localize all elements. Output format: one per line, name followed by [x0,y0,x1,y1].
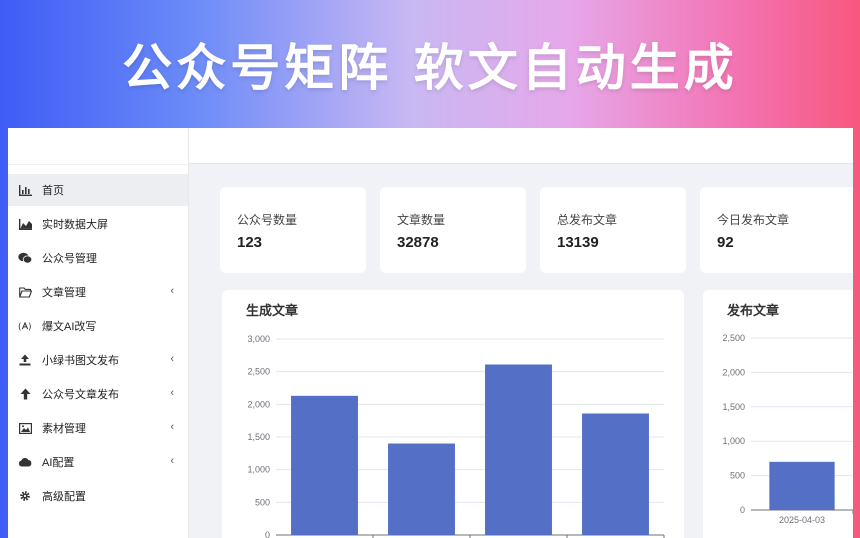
sidebar-logo-area [8,128,188,165]
sidebar-item-media-management[interactable]: 素材管理 ‹ [8,412,188,444]
y-tick-label: 2,500 [722,333,745,343]
stat-card-account-count: 公众号数量 123 [220,187,366,273]
sidebar-item-realtime-dashboard[interactable]: 实时数据大屏 [8,208,188,240]
image-icon [18,421,32,435]
chevron-left-icon: ‹ [170,421,174,433]
app-window: 首页 实时数据大屏 公众号管理 文章管理 ‹ () 爆文AI改写 小绿书图文发布… [8,128,853,538]
generated-articles-chart: 0 500 1,000 1,500 2,000 2,500 3,000 [247,334,665,538]
y-tick-label: 2,000 [247,399,270,409]
arrow-up-icon [18,387,32,401]
stat-label: 今日发布文章 [717,213,790,227]
sidebar-item-advanced-config[interactable]: 高级配置 [8,480,188,512]
y-tick-label: 1,000 [722,436,745,446]
chevron-left-icon: ‹ [170,285,174,297]
published-articles-chart-card: 发布文章 0 500 1,000 1,500 2,000 2,500 2025-04-03 [703,290,853,538]
y-tick-label: 3,000 [247,334,270,344]
y-tick-label: 500 [730,471,745,481]
y-tick-label: 2,500 [247,367,270,377]
stat-card-total-published: 总发布文章 13139 [540,187,686,273]
sidebar-item-home[interactable]: 首页 [8,174,188,206]
stat-label: 总发布文章 [557,213,618,227]
area-chart-icon [18,217,32,231]
sidebar-item-label: 高级配置 [42,491,86,503]
stat-label: 文章数量 [397,213,446,227]
svg-text:(: ( [18,323,21,333]
gear-icon [18,489,32,503]
stat-label: 公众号数量 [237,213,298,227]
stat-card-article-count: 文章数量 32878 [380,187,526,273]
sidebar-item-label: 公众号文章发布 [42,389,119,401]
banner-title: 公众号矩阵 软文自动生成 [122,39,738,97]
sidebar-item-label: AI配置 [42,457,75,469]
sidebar-item-label: 文章管理 [42,287,86,299]
svg-text:): ) [28,323,31,333]
x-tick-label: 2025-04-03 [779,515,825,525]
bar[interactable] [291,395,358,535]
generated-articles-chart-card: 生成文章 0 500 1,000 1,500 2,000 2,500 3,000 [222,290,684,538]
stat-value: 92 [717,234,734,251]
folder-icon [18,285,32,299]
sidebar-item-label: 首页 [42,185,64,197]
bar-chart-icon [18,183,32,197]
sidebar-item-article-management[interactable]: 文章管理 ‹ [8,276,188,308]
top-header-bar [189,128,853,164]
chevron-left-icon: ‹ [170,387,174,399]
upload-icon [18,353,32,367]
y-tick-label: 500 [255,497,270,507]
stat-value: 123 [237,234,263,251]
sidebar-item-account-management[interactable]: 公众号管理 [8,242,188,274]
sidebar-item-article-publish[interactable]: 公众号文章发布 ‹ [8,378,188,410]
y-tick-label: 0 [740,505,745,515]
published-articles-chart: 0 500 1,000 1,500 2,000 2,500 2025-04-03 [722,333,853,525]
sidebar-item-ai-config[interactable]: AI配置 ‹ [8,446,188,478]
bar[interactable] [769,461,835,510]
y-tick-label: 1,500 [722,402,745,412]
stat-card-today-published: 今日发布文章 92 [700,187,853,273]
y-tick-label: 2,000 [722,367,745,377]
bar[interactable] [485,364,552,535]
sidebar-item-label: 爆文AI改写 [42,321,97,333]
cloud-icon [18,455,32,469]
bar[interactable] [582,413,649,535]
y-tick-label: 0 [265,530,270,538]
bar[interactable] [388,443,455,535]
y-tick-label: 1,500 [247,432,270,442]
wechat-icon [18,251,32,265]
sidebar-item-ai-rewrite[interactable]: () 爆文AI改写 [8,310,188,342]
chevron-left-icon: ‹ [170,353,174,365]
sidebar-item-label: 实时数据大屏 [42,219,108,231]
ai-icon: () [18,319,32,333]
sidebar: 首页 实时数据大屏 公众号管理 文章管理 ‹ () 爆文AI改写 小绿书图文发布… [8,128,189,538]
sidebar-item-xiaolvshu-publish[interactable]: 小绿书图文发布 ‹ [8,344,188,376]
chevron-left-icon: ‹ [170,455,174,467]
sidebar-item-label: 素材管理 [42,423,86,435]
sidebar-item-label: 公众号管理 [42,253,97,265]
stat-value: 13139 [557,234,599,251]
y-tick-label: 1,000 [247,465,270,475]
sidebar-item-label: 小绿书图文发布 [42,355,119,367]
stat-value: 32878 [397,234,439,251]
